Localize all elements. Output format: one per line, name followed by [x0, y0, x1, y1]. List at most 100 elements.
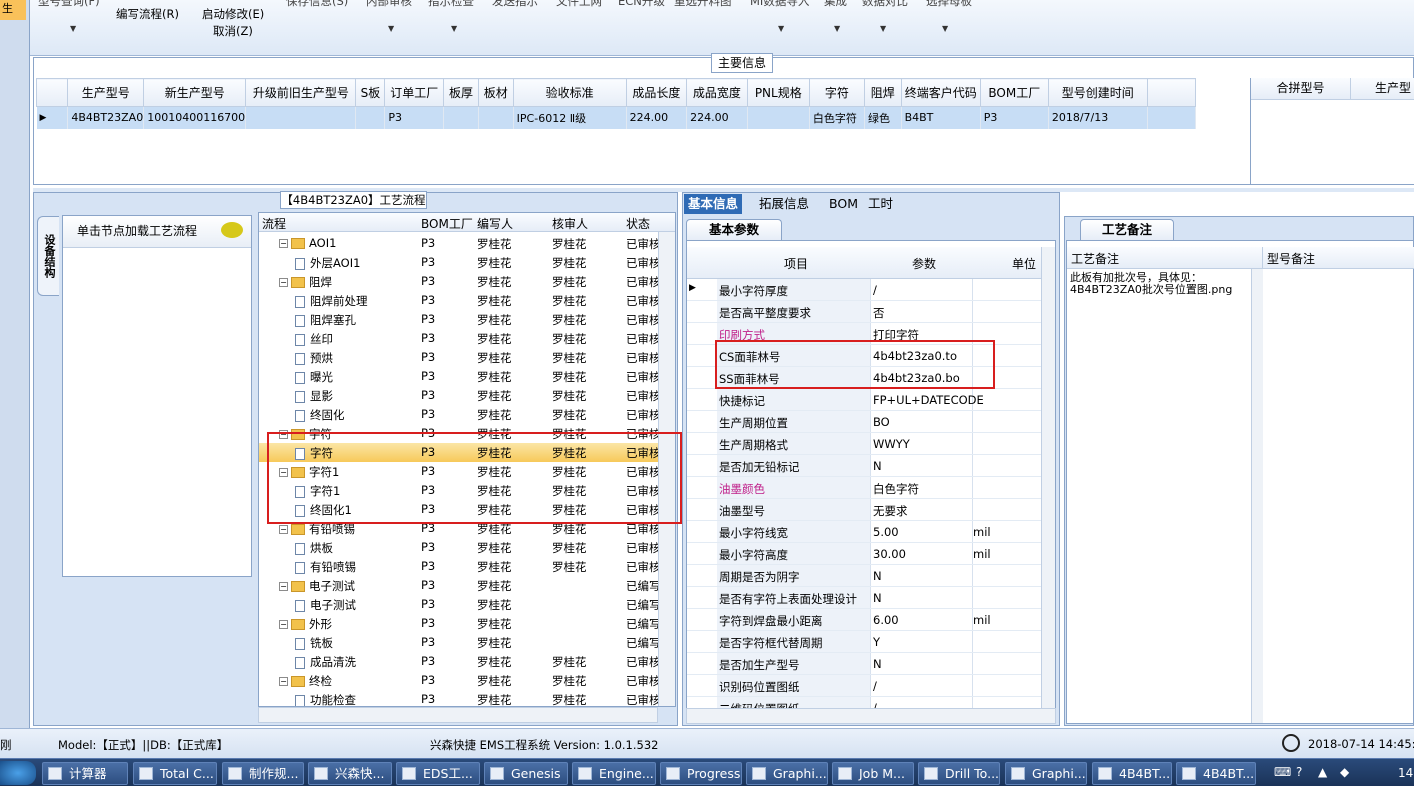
tab-work-hours[interactable]: 工时	[864, 194, 897, 214]
ribbon-query-button[interactable]: 型号查询(F)	[38, 0, 100, 9]
chevron-down-icon[interactable]: ▼	[834, 24, 840, 33]
ribbon-check-button[interactable]: 指示检查	[428, 0, 474, 9]
column-header[interactable]: 成品长度	[625, 78, 688, 107]
column-header[interactable]: 状态	[626, 215, 650, 232]
param-row[interactable]: 是否字符框代替周期 Y	[687, 631, 1042, 653]
tree-row[interactable]: 预烘 P3 罗桂花 罗桂花 已审核	[259, 348, 661, 367]
start-modify-button[interactable]: 启动修改(E)	[202, 6, 264, 22]
param-row[interactable]: 油墨颜色 白色字符	[687, 477, 1042, 499]
param-row[interactable]: 是否高平整度要求 否	[687, 301, 1042, 323]
column-header[interactable]: 型号创建时间	[1047, 78, 1148, 107]
column-header[interactable]: 核审人	[552, 215, 588, 232]
chevron-down-icon[interactable]: ▼	[880, 24, 886, 33]
param-value[interactable]: N	[873, 459, 882, 473]
table-cell[interactable]	[443, 106, 479, 129]
taskbar-button[interactable]: Progress	[660, 762, 742, 785]
column-header[interactable]: 字符	[808, 78, 865, 107]
chevron-down-icon[interactable]: ▼	[388, 24, 394, 33]
tree-row[interactable]: − 终检 P3 罗桂花 罗桂花 已审核	[259, 671, 661, 690]
cancel-button[interactable]: 取消(Z)	[213, 23, 253, 39]
param-row[interactable]: 字符到焊盘最小距离 6.00 mil	[687, 609, 1042, 631]
tree-row[interactable]: 电子测试 P3 罗桂花 已编写	[259, 595, 661, 614]
ribbon-mi-import-button[interactable]: MI数据导入	[750, 0, 809, 9]
column-header[interactable]: 订单工厂	[384, 78, 445, 107]
column-header[interactable]: 生产型	[1351, 78, 1414, 100]
taskbar-button[interactable]: 计算器	[42, 762, 128, 785]
collapse-icon[interactable]: −	[279, 239, 288, 248]
left-strip-highlight[interactable]: 生	[0, 0, 26, 20]
tab-bom[interactable]: BOM	[825, 194, 862, 214]
tab-process-notes[interactable]: 工艺备注	[1080, 219, 1174, 240]
param-row[interactable]: 生产周期格式 WWYY	[687, 433, 1042, 455]
param-row[interactable]: 油墨型号 无要求	[687, 499, 1042, 521]
param-row[interactable]: 周期是否为阴字 N	[687, 565, 1042, 587]
load-hint-header[interactable]: 单击节点加载工艺流程	[63, 216, 251, 248]
chevron-down-icon[interactable]: ▼	[70, 24, 76, 33]
param-row[interactable]: 是否加生产型号 N	[687, 653, 1042, 675]
param-row[interactable]: ▶ 最小字符厚度 /	[687, 279, 1042, 301]
table-cell[interactable]: 2018/7/13	[1048, 106, 1148, 129]
table-cell[interactable]: 224.00	[686, 106, 748, 129]
param-row[interactable]: 最小字符线宽 5.00 mil	[687, 521, 1042, 543]
chevron-down-icon[interactable]: ▼	[451, 24, 457, 33]
taskbar-button[interactable]: EDS工...	[396, 762, 480, 785]
taskbar-button[interactable]: 制作规...	[222, 762, 304, 785]
param-value[interactable]: WWYY	[873, 437, 910, 451]
taskbar-button[interactable]: Graphi...	[746, 762, 828, 785]
param-value[interactable]: /	[873, 679, 877, 693]
taskbar-button[interactable]: Genesis	[484, 762, 568, 785]
table-cell[interactable]	[747, 106, 810, 129]
table-cell[interactable]: 绿色	[864, 106, 902, 129]
horizontal-scrollbar[interactable]	[686, 708, 1056, 724]
tree-row[interactable]: 阻焊前处理 P3 罗桂花 罗桂花 已审核	[259, 291, 661, 310]
taskbar-button[interactable]: 兴森快...	[308, 762, 392, 785]
param-value[interactable]: Y	[873, 635, 880, 649]
taskbar-button[interactable]: Engine...	[572, 762, 656, 785]
network-icon[interactable]: ▲	[1318, 765, 1327, 779]
param-value[interactable]: /	[873, 283, 877, 297]
column-header[interactable]: 升级前旧生产型号	[245, 78, 357, 107]
taskbar-button[interactable]: Job M...	[832, 762, 914, 785]
param-row[interactable]: 识别码位置图纸 /	[687, 675, 1042, 697]
param-value[interactable]: N	[873, 569, 882, 583]
param-value[interactable]: N	[873, 591, 882, 605]
tree-row[interactable]: − AOI1 P3 罗桂花 罗桂花 已审核	[259, 234, 661, 253]
column-header[interactable]: 生产型号	[67, 78, 145, 107]
param-row[interactable]: 是否有字符上表面处理设计 N	[687, 587, 1042, 609]
column-header[interactable]: 工艺备注	[1067, 247, 1263, 269]
table-cell[interactable]	[245, 106, 357, 129]
table-cell[interactable]: 4B4BT23ZA0	[67, 106, 145, 129]
param-value[interactable]: 否	[873, 305, 885, 321]
ribbon-internal-audit-button[interactable]: 内部审核	[366, 0, 412, 9]
column-header[interactable]: 板厚	[443, 78, 479, 107]
tab-basic-info[interactable]: 基本信息	[684, 194, 743, 214]
start-button[interactable]	[0, 761, 36, 785]
keyboard-icon[interactable]: ⌨	[1274, 765, 1291, 779]
collapse-icon[interactable]: −	[279, 677, 288, 686]
shield-icon[interactable]: ◆	[1340, 765, 1349, 779]
vertical-scrollbar[interactable]	[1251, 269, 1263, 723]
tree-row[interactable]: 功能检查 P3 罗桂花 罗桂花 已审核	[259, 690, 661, 706]
column-header[interactable]: 流程	[262, 215, 286, 232]
param-value[interactable]: 30.00	[873, 547, 906, 561]
collapse-icon[interactable]: −	[279, 620, 288, 629]
param-row[interactable]: 是否加无铅标记 N	[687, 455, 1042, 477]
tree-row[interactable]: 外层AOI1 P3 罗桂花 罗桂花 已审核	[259, 253, 661, 272]
param-value[interactable]: 白色字符	[873, 481, 919, 497]
edit-flow-button[interactable]: 编写流程(R)	[116, 6, 179, 22]
column-header[interactable]: 新生产型号	[143, 78, 247, 107]
taskbar-button[interactable]: Total C...	[133, 762, 217, 785]
horizontal-scrollbar[interactable]	[258, 707, 658, 723]
ribbon-cutting-button[interactable]: 重选开料图	[674, 0, 732, 9]
ribbon-save-button[interactable]: 保存信息(S)	[286, 0, 348, 9]
table-cell[interactable]: P3	[980, 106, 1049, 129]
chevron-down-icon[interactable]: ▼	[778, 24, 784, 33]
tree-row[interactable]: 阻焊塞孔 P3 罗桂花 罗桂花 已审核	[259, 310, 661, 329]
tab-extended-info[interactable]: 拓展信息	[755, 194, 813, 214]
param-row[interactable]: 最小字符高度 30.00 mil	[687, 543, 1042, 565]
tree-row[interactable]: 显影 P3 罗桂花 罗桂花 已审核	[259, 386, 661, 405]
param-value[interactable]: 5.00	[873, 525, 899, 539]
ribbon-send-button[interactable]: 发送指示	[492, 0, 538, 9]
table-cell[interactable]: 224.00	[626, 106, 688, 129]
param-value[interactable]: N	[873, 657, 882, 671]
